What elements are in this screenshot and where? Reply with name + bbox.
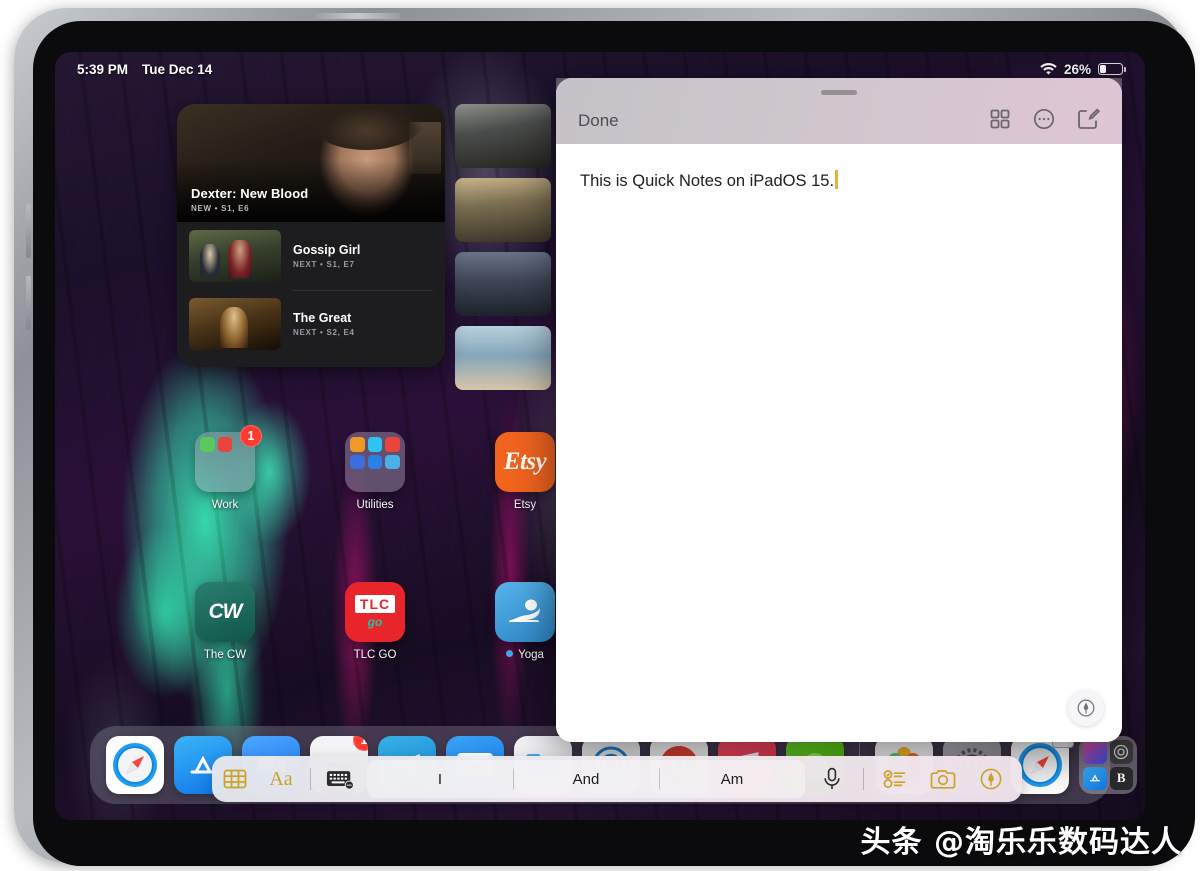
camera-icon[interactable]: [920, 769, 966, 790]
tlc-wordmark: TLC: [355, 595, 395, 613]
tv-row-title: Gossip Girl: [293, 243, 433, 257]
keyboard-bar-divider: [863, 768, 864, 790]
tv-thumbnail[interactable]: [455, 252, 551, 316]
quick-notes-body[interactable]: This is Quick Notes on iPadOS 15.: [556, 144, 1122, 742]
dock-recent-apps-group[interactable]: B: [1079, 736, 1137, 794]
recent-app-shortcuts[interactable]: [1083, 740, 1107, 764]
format-aa-icon[interactable]: Aa: [258, 768, 304, 791]
app-label: Utilities: [325, 499, 425, 511]
hero-title: Dexter: New Blood: [191, 186, 308, 201]
tv-row-subtitle: NEXT • S2, E4: [293, 328, 433, 337]
microphone-icon[interactable]: [809, 767, 855, 791]
app-label: Work: [175, 499, 275, 511]
keyboard-icon[interactable]: [317, 769, 363, 790]
note-text[interactable]: This is Quick Notes on iPadOS 15.: [580, 170, 834, 194]
recent-app-bear[interactable]: B: [1110, 767, 1134, 791]
text-cursor: [835, 170, 838, 189]
mini-icon-tool: [218, 437, 233, 452]
hero-subtitle: NEW • S1, E6: [191, 204, 308, 213]
tv-widget-secondary-column[interactable]: [455, 104, 555, 390]
tv-row-meta: Gossip Girl NEXT • S1, E7: [293, 243, 433, 269]
quick-notes-actions: [988, 107, 1100, 131]
yoga-icon[interactable]: [495, 582, 555, 642]
etsy-icon[interactable]: Etsy: [495, 432, 555, 492]
folder-icon-work[interactable]: 1: [195, 432, 255, 492]
markup-pen-icon[interactable]: [968, 767, 1014, 791]
the-cw-icon[interactable]: CW: [195, 582, 255, 642]
recent-app-app-store[interactable]: [1083, 767, 1107, 791]
table-icon[interactable]: [212, 768, 258, 790]
status-bar-left: 5:39 PM Tue Dec 14: [77, 62, 212, 77]
quick-notes-header: Done: [556, 78, 1122, 144]
volume-down-button[interactable]: [26, 276, 31, 330]
markup-pen-icon[interactable]: [1068, 690, 1104, 726]
bear-letter: B: [1117, 770, 1126, 786]
badge-count: 1: [240, 425, 262, 447]
keyboard-bar-divider: [310, 768, 311, 790]
tv-thumbnail[interactable]: [455, 104, 551, 168]
compose-icon[interactable]: [1076, 107, 1100, 131]
battery-percent: 26%: [1064, 62, 1091, 77]
badge-count: 1: [353, 736, 368, 751]
done-button[interactable]: Done: [578, 111, 619, 131]
tv-row-title: The Great: [293, 311, 433, 325]
etsy-wordmark: Etsy: [504, 448, 546, 476]
go-wordmark: go: [368, 615, 383, 629]
status-time: 5:39 PM: [77, 62, 128, 77]
yoga-figure-glyph: [505, 596, 545, 628]
home-app-tlc-go[interactable]: TLC go TLC GO: [325, 582, 425, 661]
mini-icon-notes: [200, 437, 215, 452]
tv-row-subtitle: NEXT • S1, E7: [293, 260, 433, 269]
panel-grabber-handle[interactable]: [821, 90, 857, 95]
home-app-work[interactable]: 1 Work: [175, 432, 275, 511]
battery-icon: [1098, 63, 1123, 75]
tv-row-meta: The Great NEXT • S2, E4: [293, 311, 433, 337]
mini-icon-compass: [368, 437, 383, 452]
more-circle-icon[interactable]: [1032, 107, 1056, 131]
screenshot-root: 5:39 PM Tue Dec 14 26% Dexter: New Blood: [0, 0, 1200, 871]
home-app-the-cw[interactable]: CW The CW: [175, 582, 275, 661]
volume-up-button[interactable]: [26, 204, 31, 258]
cw-wordmark: CW: [209, 600, 242, 624]
tv-row[interactable]: The Great NEXT • S2, E4: [177, 290, 445, 358]
mini-icon-shortcuts: [350, 437, 365, 452]
quick-notes-panel[interactable]: Done: [556, 78, 1122, 742]
predictive-text-group: I And Am: [367, 760, 805, 798]
tv-thumbnail[interactable]: [455, 178, 551, 242]
watermark-text: 头条 @淘乐乐数码达人: [861, 817, 1182, 861]
mini-icon-music: [385, 437, 400, 452]
wifi-icon: [1040, 63, 1057, 76]
tv-row-thumbnail: [189, 230, 281, 282]
tv-thumbnail[interactable]: [455, 326, 551, 390]
mini-icon-blue-app: [368, 455, 383, 470]
home-app-utilities[interactable]: Utilities: [325, 432, 425, 511]
tv-row-thumbnail: [189, 298, 281, 350]
status-date: Tue Dec 14: [142, 62, 212, 77]
prediction-candidate[interactable]: And: [513, 771, 659, 788]
prediction-candidate[interactable]: I: [367, 771, 513, 788]
recent-app-dark-circle[interactable]: [1110, 740, 1134, 764]
tv-row-divider: [293, 290, 433, 291]
dock-icon-safari[interactable]: [106, 736, 164, 794]
keyboard-bar-right-tools: [809, 767, 1022, 791]
app-label: The CW: [175, 649, 275, 661]
mini-icon-chart: [385, 455, 400, 470]
mini-icon-clock: [350, 455, 365, 470]
checklist-icon[interactable]: [872, 768, 918, 790]
folder-icon-utilities[interactable]: [345, 432, 405, 492]
status-bar-right: 26%: [1040, 62, 1123, 77]
power-button[interactable]: [314, 13, 400, 19]
app-label: TLC GO: [325, 649, 425, 661]
tv-widget-hero[interactable]: Dexter: New Blood NEW • S1, E6: [177, 104, 445, 222]
tv-widget[interactable]: Dexter: New Blood NEW • S1, E6 Gossip Gi…: [177, 104, 445, 367]
new-app-dot: [506, 650, 513, 657]
tlc-go-icon[interactable]: TLC go: [345, 582, 405, 642]
prediction-candidate[interactable]: Am: [659, 771, 805, 788]
tv-row[interactable]: Gossip Girl NEXT • S1, E7: [177, 222, 445, 290]
hero-text-block: Dexter: New Blood NEW • S1, E6: [191, 186, 308, 213]
grid-icon[interactable]: [988, 107, 1012, 131]
keyboard-shortcut-bar: Aa: [212, 756, 1022, 802]
ipad-screen: 5:39 PM Tue Dec 14 26% Dexter: New Blood: [55, 52, 1145, 820]
